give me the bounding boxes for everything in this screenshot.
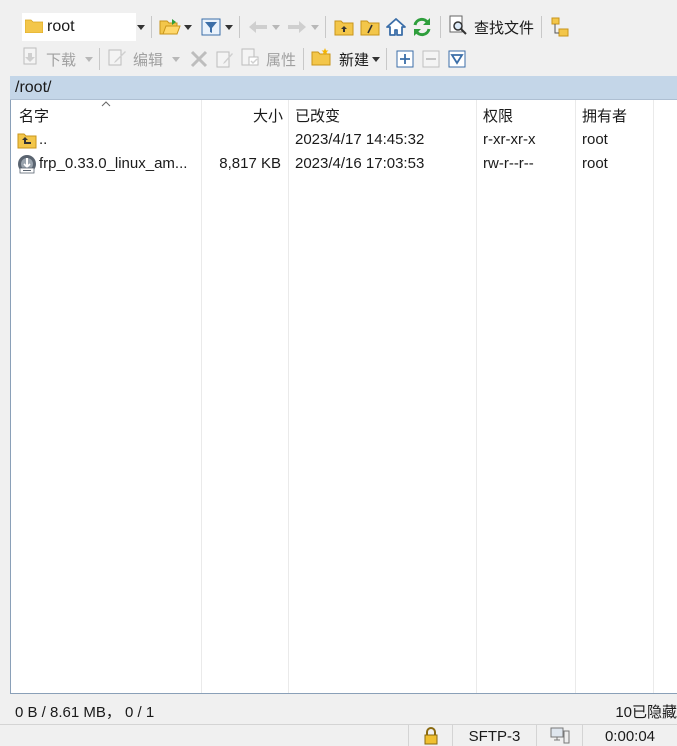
filter-icon[interactable] — [199, 15, 223, 39]
refresh-icon[interactable] — [410, 15, 434, 39]
open-folder-dropdown[interactable] — [183, 15, 193, 39]
rename-icon[interactable] — [213, 47, 237, 71]
parent-folder-icon — [17, 133, 37, 149]
column-header-permissions[interactable]: 权限 — [483, 105, 513, 126]
file-size: 8,817 KB — [219, 155, 281, 172]
path-dropdown-button[interactable] — [136, 15, 146, 39]
column-header-modified[interactable]: 已改变 — [295, 105, 340, 126]
collapse-minus-icon[interactable] — [419, 47, 443, 71]
folder-icon — [24, 18, 44, 37]
column-header-row: 名字 大小 已改变 权限 拥有者 — [11, 100, 677, 128]
new-label: 新建 — [339, 51, 370, 69]
protocol-indicator[interactable]: SFTP-3 — [452, 725, 536, 746]
parent-directory-icon[interactable] — [332, 15, 356, 39]
edit-dropdown[interactable] — [171, 47, 181, 71]
forward-arrow-icon[interactable] — [285, 15, 309, 39]
open-folder-icon[interactable] — [158, 15, 182, 39]
new-dropdown[interactable] — [371, 47, 381, 71]
find-files-label: 查找文件 — [474, 19, 535, 37]
edit-icon — [107, 47, 127, 71]
file-permissions: rw-r--r-- — [483, 155, 534, 172]
file-owner: root — [582, 155, 608, 172]
forward-dropdown[interactable] — [310, 15, 320, 39]
download-label: 下载 — [46, 51, 77, 69]
file-row-frp-archive[interactable]: frp_0.33.0_linux_am... 8,817 KB 2023/4/1… — [11, 152, 677, 176]
properties-button[interactable]: 属性 — [238, 47, 298, 71]
status-bar: 0 B / 8.61 MB， 0 / 1 10已隐藏 — [0, 696, 677, 724]
filter-select-icon[interactable] — [445, 47, 469, 71]
file-modified: 2023/4/17 14:45:32 — [295, 131, 425, 148]
column-header-owner[interactable]: 拥有者 — [582, 105, 627, 126]
session-elapsed-time: 0:00:04 — [582, 725, 677, 746]
back-arrow-icon[interactable] — [246, 15, 270, 39]
column-header-name[interactable]: 名字 — [19, 105, 49, 126]
download-button[interactable]: 下载 — [20, 47, 78, 71]
network-computer-icon[interactable] — [536, 725, 582, 746]
file-permissions: r-xr-xr-x — [483, 131, 536, 148]
file-list-panel[interactable]: 名字 大小 已改变 权限 拥有者 .. 2023/4/17 14:45:32 r… — [10, 100, 677, 694]
file-name: .. — [39, 131, 48, 148]
hidden-files-count[interactable]: 10已隐藏 — [615, 701, 677, 722]
file-owner: root — [582, 131, 608, 148]
home-icon[interactable] — [384, 15, 408, 39]
properties-icon — [240, 47, 260, 71]
delete-icon[interactable] — [187, 47, 211, 71]
root-directory-icon[interactable] — [358, 15, 382, 39]
sort-ascending-icon — [101, 101, 111, 107]
file-modified: 2023/4/16 17:03:53 — [295, 155, 425, 172]
file-name: frp_0.33.0_linux_am... — [39, 155, 188, 172]
new-folder-icon — [311, 47, 333, 71]
path-combobox[interactable]: root — [22, 13, 136, 41]
path-combobox-value: root — [47, 18, 75, 35]
column-header-size[interactable]: 大小 — [201, 105, 283, 126]
lock-icon[interactable] — [408, 725, 452, 746]
find-files-button[interactable]: 查找文件 — [446, 15, 536, 39]
search-document-icon — [448, 15, 468, 39]
properties-label: 属性 — [266, 51, 297, 69]
back-dropdown[interactable] — [271, 15, 281, 39]
connection-status-bar: SFTP-3 0:00:04 — [0, 724, 677, 746]
file-row-parent[interactable]: .. 2023/4/17 14:45:32 r-xr-xr-x root — [11, 128, 677, 152]
download-dropdown[interactable] — [84, 47, 94, 71]
toolbar-navigation: root 查找文件 — [0, 12, 677, 42]
current-path-bar[interactable]: /root/ — [10, 76, 677, 100]
edit-button[interactable]: 编辑 — [105, 47, 165, 71]
tree-view-icon[interactable] — [548, 15, 572, 39]
toolbar-file-actions: 下载 编辑 属性 新建 — [0, 44, 677, 74]
edit-label: 编辑 — [133, 51, 164, 69]
gz-archive-icon — [18, 155, 36, 174]
left-pane-edge — [0, 76, 10, 696]
expand-plus-icon[interactable] — [393, 47, 417, 71]
download-icon — [22, 47, 40, 71]
selection-summary: 0 B / 8.61 MB， 0 / 1 — [15, 704, 155, 721]
new-button[interactable]: 新建 — [309, 47, 371, 71]
filter-dropdown[interactable] — [224, 15, 234, 39]
